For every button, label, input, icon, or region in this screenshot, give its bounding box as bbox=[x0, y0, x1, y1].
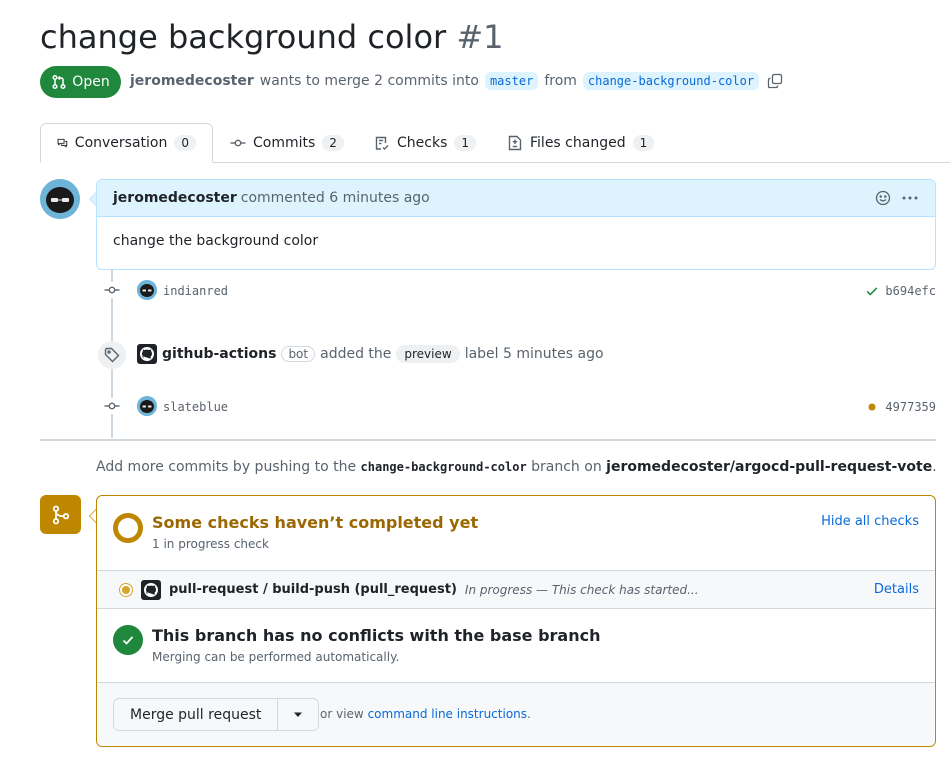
event-action: added the bbox=[320, 346, 392, 362]
comment-header: jeromedecoster commented 6 minutes ago bbox=[97, 180, 935, 217]
merge-box: Some checks haven’t completed yet 1 in p… bbox=[96, 495, 936, 747]
push-hint-repo[interactable]: jeromedecoster/argocd-pull-request-vote bbox=[606, 459, 932, 475]
check-status: In progress — This check has started... bbox=[464, 582, 699, 597]
timeline-divider bbox=[40, 439, 936, 441]
checks-subtitle: 1 in progress check bbox=[152, 537, 269, 551]
commit-message[interactable]: slateblue bbox=[163, 400, 228, 414]
tab-label: Files changed bbox=[530, 135, 626, 151]
push-hint-branch: change-background-color bbox=[360, 460, 527, 474]
merge-button-group: Merge pull request bbox=[113, 698, 320, 731]
copy-icon[interactable] bbox=[767, 73, 783, 89]
pr-number: #1 bbox=[456, 18, 504, 56]
pending-ring-icon bbox=[113, 513, 143, 543]
check-name: pull-request / build-push (pull_request) bbox=[169, 582, 457, 597]
tab-files-changed[interactable]: Files changed 1 bbox=[507, 123, 655, 163]
check-icon[interactable] bbox=[865, 284, 879, 298]
commit-sha[interactable]: 4977359 bbox=[885, 400, 936, 414]
pending-dot-icon bbox=[119, 582, 133, 597]
check-circle-icon bbox=[113, 625, 143, 655]
or-view-text: or view command line instructions. bbox=[320, 707, 531, 721]
preview-label[interactable]: preview bbox=[396, 345, 460, 363]
base-branch[interactable]: master bbox=[484, 72, 539, 90]
tab-label: Checks bbox=[397, 135, 448, 151]
user-avatar-icon bbox=[137, 396, 157, 416]
git-commit-icon bbox=[104, 398, 120, 414]
push-hint-suffix: . bbox=[932, 459, 937, 475]
bot-badge: bot bbox=[281, 346, 316, 362]
pr-meta: jeromedecoster wants to merge 2 commits … bbox=[130, 72, 783, 90]
pending-dot-icon[interactable] bbox=[865, 400, 879, 414]
pr-merge-text: wants to merge 2 commits into bbox=[259, 73, 479, 89]
git-pull-request-icon bbox=[52, 74, 66, 90]
tab-label: Conversation bbox=[74, 135, 168, 151]
or-view-label: or view bbox=[320, 707, 364, 721]
push-hint-prefix: Add more commits by pushing to the bbox=[96, 459, 357, 475]
git-commit-icon bbox=[104, 282, 120, 298]
kebab-horizontal-icon[interactable] bbox=[901, 190, 919, 206]
commit-author-avatar[interactable] bbox=[137, 280, 157, 300]
smiley-icon[interactable] bbox=[875, 190, 891, 206]
conflicts-summary: This branch has no conflicts with the ba… bbox=[97, 609, 935, 683]
checklist-icon bbox=[375, 136, 389, 150]
merge-actions: Merge pull request or view command line … bbox=[97, 683, 935, 746]
label-event: github-actions bot added the preview lab… bbox=[137, 344, 604, 364]
pr-state-label: Open bbox=[72, 74, 110, 90]
git-commit-icon bbox=[230, 139, 246, 147]
tab-checks[interactable]: Checks 1 bbox=[374, 123, 477, 163]
avatar[interactable] bbox=[40, 179, 80, 219]
pr-title: change background color #1 bbox=[40, 18, 504, 56]
checks-title: Some checks haven’t completed yet bbox=[152, 513, 479, 532]
comment-discussion-icon bbox=[57, 138, 68, 148]
tab-commits[interactable]: Commits 2 bbox=[230, 123, 344, 163]
commit-message[interactable]: indianred bbox=[163, 284, 228, 298]
push-hint: Add more commits by pushing to the chang… bbox=[96, 459, 937, 475]
github-logo-icon bbox=[141, 579, 161, 600]
conflicts-subtitle: Merging can be performed automatically. bbox=[152, 650, 400, 664]
head-branch[interactable]: change-background-color bbox=[582, 72, 760, 90]
event-actor[interactable]: github-actions bbox=[162, 346, 276, 362]
merge-method-dropdown[interactable] bbox=[278, 699, 319, 730]
tab-count: 2 bbox=[322, 135, 344, 151]
tab-count: 1 bbox=[632, 135, 655, 151]
comment-author[interactable]: jeromedecoster bbox=[113, 190, 237, 206]
tab-count: 1 bbox=[454, 135, 477, 151]
tag-icon bbox=[98, 341, 126, 369]
push-hint-middle: branch on bbox=[531, 459, 602, 475]
tab-label: Commits bbox=[253, 135, 316, 151]
checks-summary: Some checks haven’t completed yet 1 in p… bbox=[97, 496, 935, 571]
triangle-down-icon bbox=[294, 712, 303, 717]
comment-box: jeromedecoster commented 6 minutes ago c… bbox=[96, 179, 936, 270]
github-logo-icon[interactable] bbox=[137, 344, 157, 364]
command-line-instructions-link[interactable]: command line instructions bbox=[368, 707, 527, 721]
comment-body: change the background color bbox=[113, 233, 319, 249]
or-view-suffix: . bbox=[527, 707, 531, 721]
check-row: pull-request / build-push (pull_request)… bbox=[97, 570, 935, 609]
hide-all-checks-link[interactable]: Hide all checks bbox=[821, 514, 919, 529]
git-merge-icon bbox=[40, 495, 81, 534]
tab-count: 0 bbox=[174, 135, 196, 151]
pr-state-badge: Open bbox=[40, 66, 121, 98]
event-suffix: label 5 minutes ago bbox=[464, 346, 604, 362]
pr-author-link[interactable]: jeromedecoster bbox=[130, 73, 254, 89]
file-diff-icon bbox=[508, 135, 522, 151]
comment-actions bbox=[875, 190, 919, 206]
user-avatar-icon bbox=[137, 280, 157, 300]
commit-sha[interactable]: b694efc bbox=[885, 284, 936, 298]
conflicts-title: This branch has no conflicts with the ba… bbox=[152, 626, 601, 645]
commit-author-avatar[interactable] bbox=[137, 396, 157, 416]
commit-sha-row: b694efc bbox=[865, 284, 936, 298]
merge-pull-request-button[interactable]: Merge pull request bbox=[114, 699, 279, 730]
tab-conversation[interactable]: Conversation 0 bbox=[40, 123, 213, 163]
pr-from-text: from bbox=[544, 73, 577, 89]
comment-meta[interactable]: commented 6 minutes ago bbox=[241, 190, 430, 206]
user-avatar-icon bbox=[40, 179, 80, 219]
details-link[interactable]: Details bbox=[874, 582, 919, 597]
commit-sha-row: 4977359 bbox=[865, 400, 936, 414]
pr-title-text: change background color bbox=[40, 18, 447, 56]
